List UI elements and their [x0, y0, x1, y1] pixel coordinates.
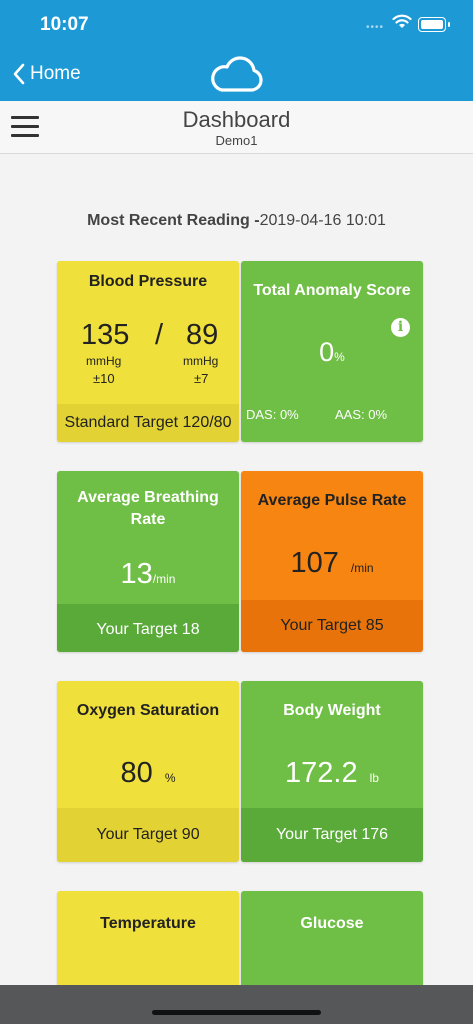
recent-label: Most Recent Reading -: [87, 212, 260, 229]
status-time: 10:07: [40, 14, 89, 35]
diastolic-value: 89: [186, 319, 219, 351]
diastolic-unit: mmHg: [183, 354, 219, 368]
oxygen-value: 80 %: [57, 757, 239, 790]
page-subtitle: Demo1: [215, 133, 258, 148]
breathing-rate-tile[interactable]: Average Breathing Rate 13/min Your Targe…: [57, 471, 239, 652]
tile-title: Average Breathing Rate: [77, 489, 219, 528]
tile-footer: Your Target 85: [241, 600, 423, 652]
back-button[interactable]: Home: [12, 63, 81, 85]
das-value: DAS: 0%: [246, 407, 299, 422]
pulse-rate-tile[interactable]: Average Pulse Rate 107 /min Your Target …: [241, 471, 423, 652]
oxygen-number: 80: [120, 757, 153, 789]
anomaly-unit: %: [334, 350, 345, 364]
wifi-icon: [392, 14, 412, 35]
recent-datetime: 2019-04-16 10:01: [259, 212, 386, 229]
aas-value: AAS: 0%: [335, 407, 388, 422]
breathing-value: 13/min: [57, 558, 239, 591]
back-label: Home: [30, 63, 81, 84]
bp-separator: /: [155, 319, 164, 351]
tile-title: Body Weight: [283, 702, 381, 719]
pulse-unit: /min: [350, 561, 374, 575]
systolic-value: 135: [81, 319, 130, 351]
systolic-unit: mmHg: [86, 354, 122, 368]
weight-unit: lb: [369, 771, 379, 785]
tile-title: Oxygen Saturation: [76, 702, 220, 719]
nav-bar: Home: [0, 50, 473, 101]
breathing-number: 13: [120, 558, 153, 590]
anomaly-score-tile[interactable]: Total Anomaly Score i 0% DAS: 0% AAS: 0%: [241, 261, 423, 442]
tile-title: Blood Pressure: [88, 273, 208, 290]
anomaly-value: 0%: [241, 337, 423, 368]
oxygen-saturation-tile[interactable]: Oxygen Saturation 80 % Your Target 90: [57, 681, 239, 862]
page-title: Dashboard: [182, 107, 291, 132]
oxygen-unit: %: [164, 771, 176, 785]
body-weight-tile[interactable]: Body Weight 172.2 lb Your Target 176: [241, 681, 423, 862]
chevron-left-icon: [13, 63, 25, 85]
tile-footer: Your Target 18: [57, 604, 239, 652]
bottom-bar: [0, 985, 473, 1024]
info-icon[interactable]: i: [391, 318, 410, 337]
diastolic-tolerance: ±7: [194, 371, 209, 386]
page-header: Dashboard Demo1: [0, 101, 473, 154]
tile-footer: Your Target 176: [241, 808, 423, 862]
anomaly-number: 0: [319, 337, 335, 367]
tile-footer: Standard Target 120/80: [57, 404, 239, 442]
tile-title: Glucose: [300, 915, 364, 932]
most-recent-reading: Most Recent Reading -2019-04-16 10:01: [0, 212, 473, 230]
blood-pressure-tile[interactable]: Blood Pressure 135 / 89 mmHg mmHg ±10 ±7…: [57, 261, 239, 442]
weight-number: 172.2: [285, 757, 358, 789]
systolic-tolerance: ±10: [93, 371, 115, 386]
tile-title: Total Anomaly Score: [253, 282, 411, 299]
cloud-logo-icon: [208, 56, 266, 99]
battery-icon: [418, 17, 450, 32]
tile-footer: Your Target 90: [57, 808, 239, 862]
status-bar: 10:07 ••••: [0, 0, 473, 50]
tile-title: Temperature: [100, 915, 196, 932]
weight-value: 172.2 lb: [241, 757, 423, 790]
pulse-value: 107 /min: [241, 547, 423, 580]
tile-title: Average Pulse Rate: [257, 492, 407, 509]
signal-dots-icon: ••••: [366, 22, 385, 33]
pulse-number: 107: [290, 547, 339, 579]
home-indicator[interactable]: [152, 1010, 321, 1015]
breathing-unit: /min: [152, 572, 176, 586]
